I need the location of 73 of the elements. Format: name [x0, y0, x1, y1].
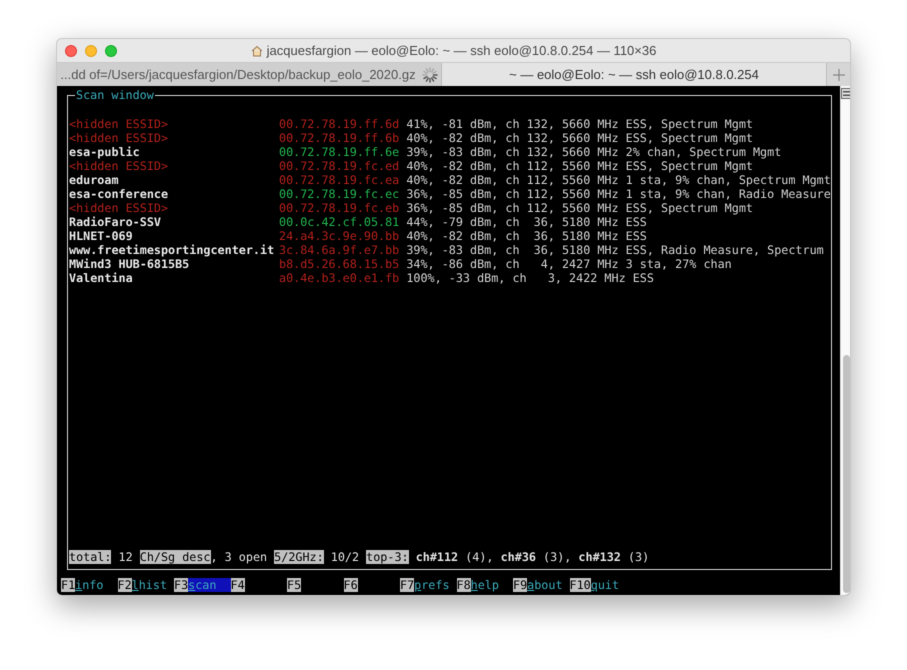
mac-address: 00.72.78.19.fc.ed [279, 159, 400, 173]
mac-address: 00.72.78.19.fc.eb [279, 201, 400, 215]
network-name: www.freetimesportingcenter.it [69, 243, 276, 257]
network-name: MWind3 HUB-6815B5 [69, 257, 190, 271]
network-name: <hidden ESSID> [69, 117, 170, 131]
status-value: , 3 open [210, 550, 268, 564]
mac-address: 00.72.78.19.ff.6e [279, 145, 400, 159]
signal-info: 40%, -82 dBm, ch 112, 5560 MHz 1 sta, 9% chan, Spectrum Mgmt [405, 173, 831, 187]
function-key[interactable]: F7 [400, 578, 414, 592]
network-name: eduroam [69, 173, 120, 187]
status-label: 5/2GHz: [274, 550, 324, 564]
status-value: 12 [118, 550, 134, 564]
signal-info: 40%, -82 dBm, ch 132, 5660 MHz ESS, Spectrum Mgmt [405, 131, 753, 145]
function-key[interactable]: F4 [230, 578, 245, 592]
mac-address: 00.0c.42.cf.05.81 [279, 215, 400, 229]
status-value: ch#112 (4), ch#36 (3), ch#132 (3) [414, 550, 650, 564]
network-name: RadioFaro-SSV [69, 215, 162, 229]
signal-info: 40%, -82 dBm, ch 112, 5560 MHz ESS, Spectrum Mgmt [405, 159, 753, 173]
signal-info: 44%, -79 dBm, ch 36, 5180 MHz ESS [405, 215, 647, 229]
mac-address: b8.d5.26.68.15.b5 [279, 257, 400, 271]
status-label: top-3: [366, 550, 409, 564]
menu-icon[interactable] [840, 88, 850, 99]
function-key[interactable]: F1 [61, 578, 76, 592]
mac-address: 24.a4.3c.9e.90.bb [279, 229, 400, 243]
function-label[interactable]: help [470, 578, 499, 592]
signal-info: 36%, -85 dBm, ch 112, 5560 MHz ESS, Spectrum Mgmt [405, 201, 753, 215]
function-key[interactable]: F6 [344, 578, 358, 592]
new-tab-button[interactable] [826, 63, 850, 86]
signal-info: 41%, -81 dBm, ch 132, 5660 MHz ESS, Spectrum Mgmt [405, 117, 753, 131]
signal-info: 100%, -33 dBm, ch 3, 2422 MHz ESS [405, 271, 654, 285]
signal-info: 36%, -85 dBm, ch 112, 5560 MHz 1 sta, 9% chan, Radio Measure [405, 187, 831, 201]
status-label: total: [69, 550, 112, 564]
function-label[interactable]: about [527, 578, 563, 592]
function-label[interactable]: prefs [414, 578, 450, 592]
frame-title: Scan window [75, 88, 155, 102]
network-name: <hidden ESSID> [69, 159, 170, 173]
network-name: <hidden ESSID> [69, 131, 170, 145]
mac-address: 00.72.78.19.ff.6d [279, 117, 400, 131]
function-key[interactable]: F5 [287, 578, 302, 592]
function-key[interactable]: F2 [118, 578, 132, 592]
signal-info: 39%, -83 dBm, ch 132, 5660 MHz 2% chan, Spectrum Mgmt [405, 145, 782, 159]
signal-info: 40%, -82 dBm, ch 36, 5180 MHz ESS [405, 229, 647, 243]
scrollbar-thumb[interactable] [842, 355, 850, 593]
network-name: esa-public [69, 145, 141, 159]
network-name: Valentina [69, 271, 134, 285]
network-name: esa-conference [69, 187, 170, 201]
status-label: Ch/Sg desc [140, 550, 210, 564]
function-label[interactable]: lhist [132, 578, 168, 592]
scrollbar[interactable] [840, 86, 850, 595]
function-label[interactable]: scan [188, 578, 230, 592]
function-label[interactable]: quit [590, 578, 620, 592]
mac-address: 3c.84.6a.9f.e7.bb [279, 243, 400, 257]
zoom-button[interactable] [105, 44, 117, 56]
mac-address: a0.4e.b3.e0.e1.fb [279, 271, 400, 285]
plus-icon[interactable] [832, 68, 844, 80]
status-value: 10/2 [330, 550, 360, 564]
minimize-button[interactable] [85, 44, 97, 56]
house-icon [250, 44, 263, 56]
mac-address: 00.72.78.19.ff.6b [279, 131, 400, 145]
close-button[interactable] [65, 44, 77, 56]
function-key[interactable]: F10 [570, 578, 591, 592]
tab[interactable]: ~ — eolo@Eolo: ~ — ssh eolo@10.8.0.254 [441, 63, 826, 86]
function-key[interactable]: F3 [174, 578, 188, 592]
function-key[interactable]: F9 [513, 578, 528, 592]
window-title: jacquesfargion — eolo@Eolo: ~ — ssh eolo@10.8.0.254 — 110×36 [266, 42, 656, 60]
function-key[interactable]: F8 [456, 578, 471, 592]
network-name: HLNET-069 [69, 229, 134, 243]
network-name: <hidden ESSID> [69, 201, 170, 215]
function-label[interactable]: info [75, 578, 104, 592]
signal-info: 39%, -83 dBm, ch 36, 5180 MHz ESS, Radio Measure, Spectrum [405, 243, 824, 257]
mac-address: 00.72.78.19.fc.ea [279, 173, 400, 187]
mac-address: 00.72.78.19.fc.ec [279, 187, 400, 201]
signal-info: 34%, -86 dBm, ch 4, 2427 MHz 3 sta, 27% chan [405, 257, 732, 271]
